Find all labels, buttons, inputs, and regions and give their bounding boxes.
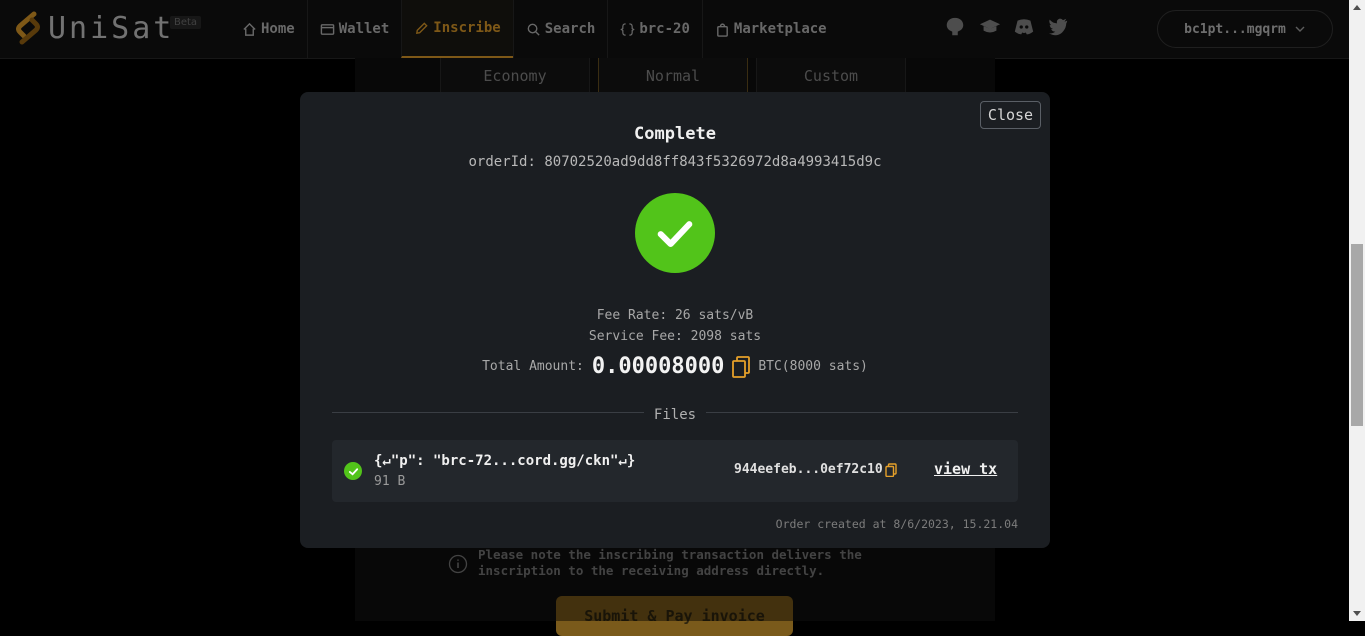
copy-txid-icon[interactable] <box>885 462 897 477</box>
copy-amount-icon[interactable] <box>732 355 751 378</box>
service-fee: Service Fee: 2098 sats <box>588 329 762 344</box>
total-amount: 0.00008000 <box>591 354 725 379</box>
file-success-icon <box>344 462 362 480</box>
view-tx-link[interactable]: view tx <box>934 460 997 478</box>
file-name: {↵"p": "brc-72...cord.gg/ckn"↵} <box>374 453 636 469</box>
scroll-thumb[interactable] <box>1351 244 1363 426</box>
scroll-up-arrow-icon[interactable] <box>1349 0 1365 16</box>
order-created-timestamp: Order created at 8/6/2023, 15.21.04 <box>775 517 1018 531</box>
order-complete-modal: Close Complete orderId: 80702520ad9dd8ff… <box>300 92 1050 548</box>
scroll-down-arrow-icon[interactable] <box>1349 605 1365 621</box>
modal-title: Complete <box>634 124 716 144</box>
fee-rate: Fee Rate: 26 sats/vB <box>596 308 754 323</box>
total-amount-row: Total Amount: 0.00008000 BTC(8000 sats) <box>300 354 1050 379</box>
txid-text: 944eefeb...0ef72c10 <box>734 462 883 477</box>
success-check-icon <box>635 193 715 273</box>
total-unit: BTC(8000 sats) <box>758 359 868 374</box>
order-id: orderId: 80702520ad9dd8ff843f5326972d8a4… <box>468 154 882 170</box>
page-scrollbar[interactable] <box>1349 0 1365 621</box>
file-size: 91 B <box>374 474 406 489</box>
total-label: Total Amount: <box>482 359 584 374</box>
file-list-item: {↵"p": "brc-72...cord.gg/ckn"↵} 91 B 944… <box>332 440 1018 502</box>
files-label: Files <box>643 407 707 423</box>
file-txid: 944eefeb...0ef72c10 <box>734 462 897 477</box>
